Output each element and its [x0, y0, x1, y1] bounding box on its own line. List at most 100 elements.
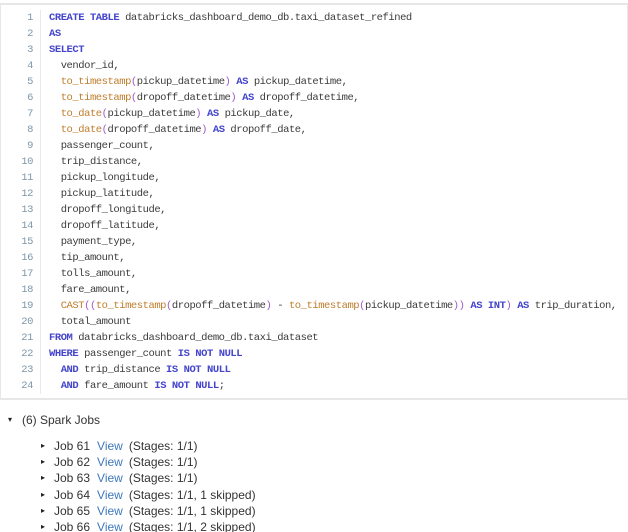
code-text: SELECT: [49, 44, 85, 56]
code-line[interactable]: 9 passenger_count,: [1, 138, 627, 154]
line-number: 6: [1, 90, 41, 106]
code-text: to_timestamp(pickup_datetime) AS pickup_…: [60, 76, 348, 88]
chevron-right-icon[interactable]: ▸: [41, 519, 53, 532]
code-line[interactable]: 18 fare_amount,: [1, 282, 627, 298]
code-text: passenger_count,: [49, 140, 155, 152]
code-line[interactable]: 2 AS: [1, 26, 627, 42]
code-line[interactable]: 16 tip_amount,: [1, 250, 627, 266]
line-number: 3: [1, 42, 41, 58]
code-line[interactable]: 17 tolls_amount,: [1, 266, 627, 282]
line-number: 1: [1, 10, 41, 26]
line-number: 15: [1, 234, 41, 250]
line-number: 17: [1, 266, 41, 282]
code-text: to_timestamp(dropoff_datetime) AS dropof…: [60, 92, 360, 104]
spark-jobs-section: ▾ (6) Spark Jobs ▸ Job 61 View (Stages: 1/1…: [0, 412, 628, 532]
code-text: AND fare_amount IS NOT NULL;: [60, 380, 225, 392]
code-line[interactable]: 23 AND trip_distance IS NOT NULL: [1, 362, 627, 378]
code-text: to_date(dropoff_datetime) AS dropoff_dat…: [60, 124, 307, 136]
job-stages: (Stages: 1/1): [128, 471, 198, 486]
code-text: vendor_id,: [49, 60, 120, 72]
chevron-right-icon[interactable]: ▸: [41, 438, 53, 454]
line-number: 9: [1, 138, 41, 154]
code-line[interactable]: 4 vendor_id,: [1, 58, 627, 74]
line-number: 13: [1, 202, 41, 218]
job-view-link[interactable]: View: [97, 470, 123, 486]
code-text: CREATE TABLE databricks_dashboard_demo_d…: [49, 12, 412, 24]
chevron-down-icon[interactable]: ▾: [8, 412, 20, 428]
notebook-cell: 1 CREATE TABLE databricks_dashboard_demo_…: [0, 3, 628, 532]
chevron-right-icon[interactable]: ▸: [41, 487, 53, 503]
job-label: Job 61: [54, 439, 91, 454]
spark-job-list: ▸ Job 61 View (Stages: 1/1) ▸ Job 62 View (Stag…: [8, 438, 628, 532]
spark-job-row[interactable]: ▸ Job 62 View (Stages: 1/1): [41, 454, 628, 470]
spark-job-row[interactable]: ▸ Job 64 View (Stages: 1/1, 1 skipped): [41, 487, 628, 503]
code-text: AND trip_distance IS NOT NULL: [60, 364, 231, 376]
code-line[interactable]: 14 dropoff_latitude,: [1, 218, 627, 234]
code-line[interactable]: 12 pickup_latitude,: [1, 186, 627, 202]
line-number: 8: [1, 122, 41, 138]
job-stages: (Stages: 1/1): [128, 455, 198, 470]
job-stages: (Stages: 1/1): [128, 439, 198, 454]
code-lines: 1 CREATE TABLE databricks_dashboard_demo_…: [1, 10, 627, 394]
line-number: 16: [1, 250, 41, 266]
chevron-right-icon[interactable]: ▸: [41, 470, 53, 486]
line-number: 7: [1, 106, 41, 122]
line-number: 10: [1, 154, 41, 170]
code-line[interactable]: 3 SELECT: [1, 42, 627, 58]
job-label: Job 62: [54, 455, 91, 470]
code-line[interactable]: 10 trip_distance,: [1, 154, 627, 170]
line-number: 2: [1, 26, 41, 42]
code-line[interactable]: 19 CAST((to_timestamp(dropoff_datetime) …: [1, 298, 627, 314]
line-number: 14: [1, 218, 41, 234]
spark-job-row[interactable]: ▸ Job 66 View (Stages: 1/1, 2 skipped): [41, 519, 628, 532]
job-view-link[interactable]: View: [97, 519, 123, 532]
code-line[interactable]: 21 FROM databricks_dashboard_demo_db.taxi…: [1, 330, 627, 346]
code-line[interactable]: 7 to_date(pickup_datetime) AS pickup_dat…: [1, 106, 627, 122]
code-text: tip_amount,: [49, 252, 126, 264]
code-text: to_date(pickup_datetime) AS pickup_date,: [60, 108, 296, 120]
chevron-right-icon[interactable]: ▸: [41, 454, 53, 470]
code-text: dropoff_longitude,: [49, 204, 167, 216]
job-label: Job 64: [54, 487, 91, 502]
line-number: 23: [1, 362, 41, 378]
line-number: 11: [1, 170, 41, 186]
line-number: 18: [1, 282, 41, 298]
line-number: 12: [1, 186, 41, 202]
code-text: dropoff_latitude,: [49, 220, 161, 232]
code-line[interactable]: 22 WHERE passenger_count IS NOT NULL: [1, 346, 627, 362]
code-text: WHERE passenger_count IS NOT NULL: [49, 348, 243, 360]
spark-job-row[interactable]: ▸ Job 61 View (Stages: 1/1): [41, 438, 628, 454]
job-view-link[interactable]: View: [97, 503, 123, 519]
job-label: Job 65: [54, 503, 91, 518]
line-number: 19: [1, 298, 41, 314]
code-line[interactable]: 11 pickup_longitude,: [1, 170, 627, 186]
code-line[interactable]: 6 to_timestamp(dropoff_datetime) AS drop…: [1, 90, 627, 106]
line-number: 20: [1, 314, 41, 330]
line-number: 5: [1, 74, 41, 90]
code-text: AS: [49, 28, 61, 40]
line-number: 22: [1, 346, 41, 362]
chevron-right-icon[interactable]: ▸: [41, 503, 53, 519]
code-line[interactable]: 1 CREATE TABLE databricks_dashboard_demo_…: [1, 10, 627, 26]
line-number: 21: [1, 330, 41, 346]
job-view-link[interactable]: View: [97, 454, 123, 470]
code-line[interactable]: 13 dropoff_longitude,: [1, 202, 627, 218]
code-text: CAST((to_timestamp(dropoff_datetime) - t…: [60, 300, 617, 312]
sql-code-editor[interactable]: 1 CREATE TABLE databricks_dashboard_demo_…: [0, 3, 628, 400]
code-line[interactable]: 15 payment_type,: [1, 234, 627, 250]
code-line[interactable]: 24 AND fare_amount IS NOT NULL;: [1, 378, 627, 394]
code-line[interactable]: 5 to_timestamp(pickup_datetime) AS picku…: [1, 74, 627, 90]
spark-jobs-toggle[interactable]: ▾ (6) Spark Jobs: [8, 412, 628, 428]
job-label: Job 63: [54, 471, 91, 486]
job-stages: (Stages: 1/1, 1 skipped): [128, 487, 256, 502]
spark-jobs-header-label: (6) Spark Jobs: [22, 413, 101, 427]
job-view-link[interactable]: View: [97, 487, 123, 503]
code-text: total_amount: [49, 316, 132, 328]
spark-job-row[interactable]: ▸ Job 63 View (Stages: 1/1): [41, 470, 628, 486]
spark-job-row[interactable]: ▸ Job 65 View (Stages: 1/1, 1 skipped): [41, 503, 628, 519]
code-line[interactable]: 8 to_date(dropoff_datetime) AS dropoff_d…: [1, 122, 627, 138]
job-stages: (Stages: 1/1, 2 skipped): [128, 520, 256, 532]
code-line[interactable]: 20 total_amount: [1, 314, 627, 330]
code-text: payment_type,: [49, 236, 138, 248]
job-view-link[interactable]: View: [97, 438, 123, 454]
